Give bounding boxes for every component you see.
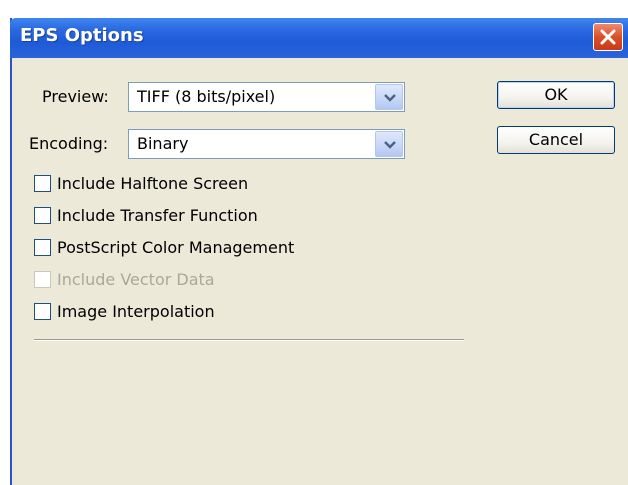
include-transfer-function-checkbox[interactable] bbox=[34, 207, 51, 224]
encoding-select[interactable]: Binary bbox=[128, 129, 405, 159]
close-icon bbox=[600, 29, 616, 45]
eps-options-dialog: EPS Options Preview: TIFF (8 bits/pixel)… bbox=[10, 18, 628, 485]
include-vector-data-label: Include Vector Data bbox=[57, 270, 215, 289]
ok-button[interactable]: OK bbox=[497, 81, 615, 109]
encoding-select-value: Binary bbox=[137, 134, 189, 153]
chevron-down-icon bbox=[384, 141, 396, 149]
preview-select[interactable]: TIFF (8 bits/pixel) bbox=[128, 82, 405, 112]
separator-line bbox=[34, 339, 464, 341]
close-button[interactable] bbox=[593, 23, 623, 51]
preview-select-value: TIFF (8 bits/pixel) bbox=[137, 87, 276, 106]
encoding-dropdown-button[interactable] bbox=[375, 131, 403, 157]
chevron-down-icon bbox=[384, 94, 396, 102]
image-interpolation-checkbox[interactable] bbox=[34, 303, 51, 320]
include-transfer-function-label: Include Transfer Function bbox=[57, 206, 258, 225]
title-bar[interactable]: EPS Options bbox=[10, 18, 628, 58]
image-interpolation-label: Image Interpolation bbox=[57, 302, 215, 321]
include-halftone-screen-checkbox[interactable] bbox=[34, 175, 51, 192]
cancel-button[interactable]: Cancel bbox=[497, 126, 615, 154]
postscript-color-management-checkbox[interactable] bbox=[34, 239, 51, 256]
include-halftone-screen-label: Include Halftone Screen bbox=[57, 174, 249, 193]
preview-label: Preview: bbox=[42, 87, 109, 106]
preview-dropdown-button[interactable] bbox=[375, 84, 403, 110]
encoding-label: Encoding: bbox=[29, 134, 109, 153]
include-vector-data-checkbox bbox=[34, 271, 51, 288]
window-title: EPS Options bbox=[20, 25, 144, 46]
postscript-color-management-label: PostScript Color Management bbox=[57, 238, 295, 257]
